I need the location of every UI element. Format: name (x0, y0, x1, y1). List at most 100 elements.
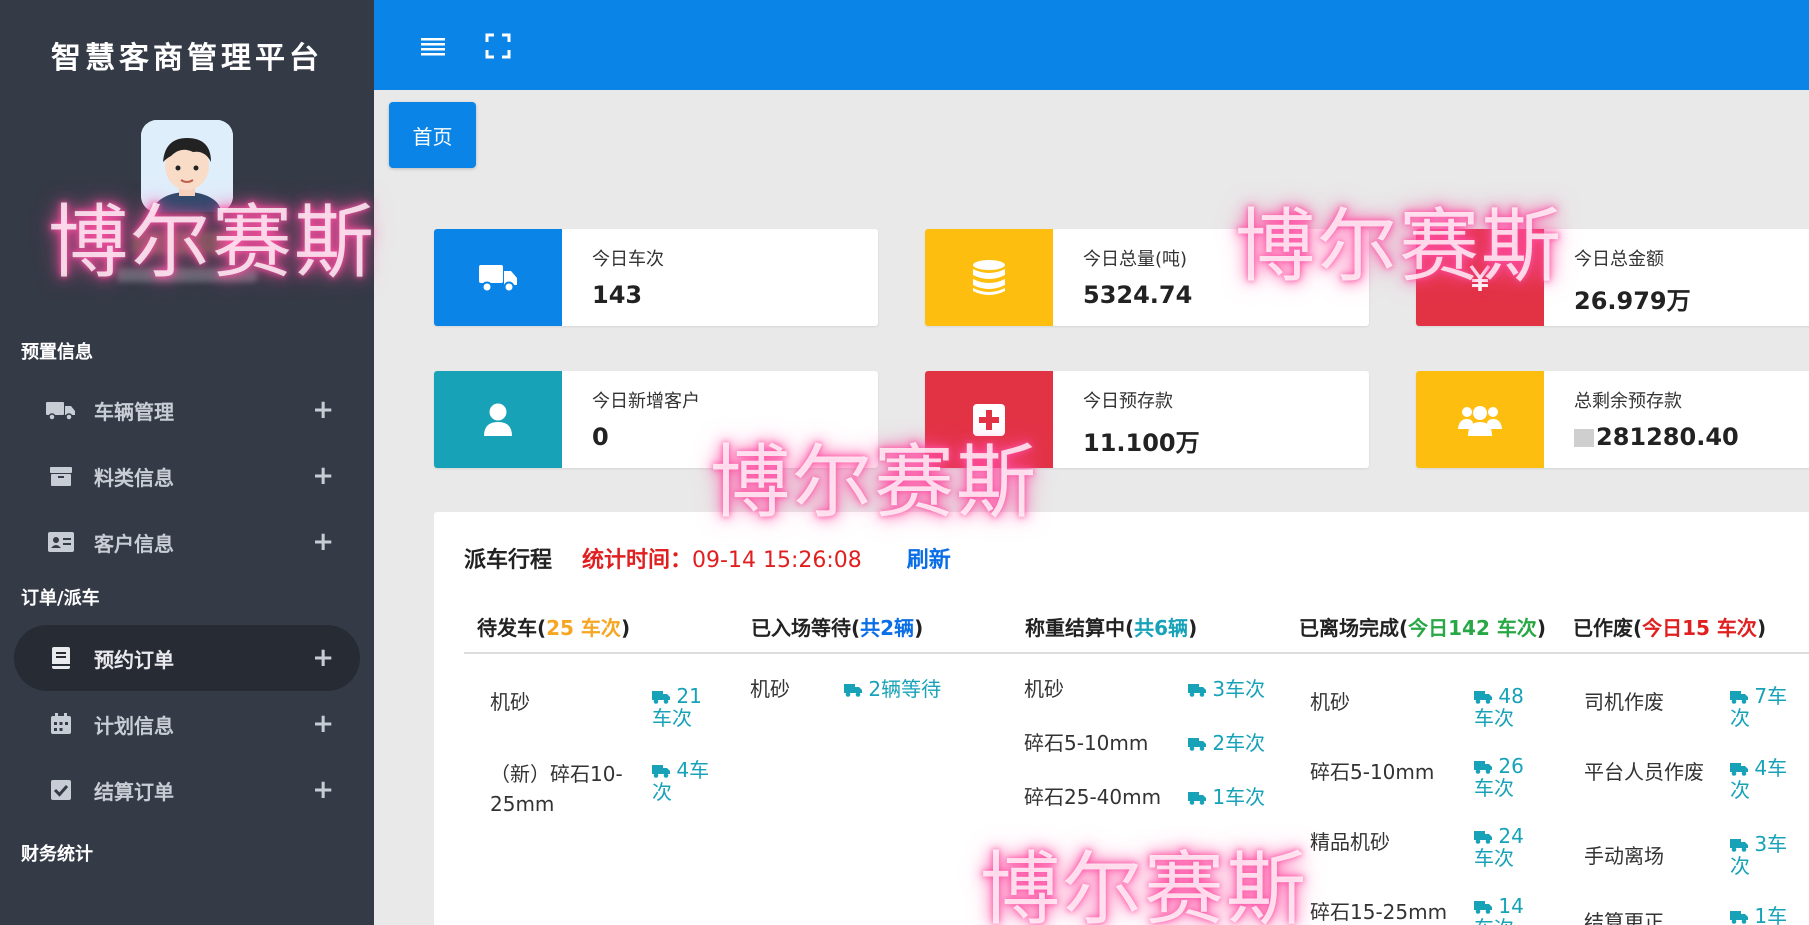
list-item-count: 24车次 (1474, 824, 1524, 870)
expand-plus-icon[interactable]: + (312, 527, 334, 557)
sidebar-item-settlements[interactable]: 结算订单 + (14, 757, 360, 823)
check-square-icon (46, 777, 76, 803)
stat-label: 今日车次 (592, 249, 664, 270)
stat-time-value: 09-14 15:26:08 (692, 548, 862, 573)
list-item-count: 21车次 (652, 684, 702, 730)
sidebar-item-plans[interactable]: 计划信息 + (14, 691, 360, 757)
stat-card-new-customers: 今日新增客户 0 (434, 371, 878, 468)
truck-icon (1474, 831, 1492, 844)
list-item: 机砂 21车次 (490, 684, 730, 759)
refresh-link[interactable]: 刷新 (907, 542, 951, 574)
stat-value: 0 (592, 423, 609, 451)
list-item: 碎石5-10mm 26车次 (1310, 754, 1570, 827)
panel-title: 派车行程 (464, 548, 553, 573)
expand-plus-icon[interactable]: + (312, 643, 334, 673)
user-org-redacted (117, 268, 257, 282)
id-card-icon (46, 529, 76, 555)
truck-icon (1188, 792, 1206, 805)
list-item-count: 2辆等待 (844, 678, 984, 700)
sidebar-item-label: 料类信息 (94, 465, 174, 490)
truck-icon (46, 397, 76, 423)
list-item-count: 1车 (1730, 905, 1790, 925)
col-header-completed: 已离场完成(今日142 车次) (1299, 616, 1546, 640)
stat-card-deposits: 今日预存款 11.100万 (925, 371, 1369, 468)
truck-icon (1730, 839, 1748, 852)
expand-plus-icon[interactable]: + (312, 709, 334, 739)
stat-label: 今日预存款 (1083, 391, 1173, 412)
list-item: 机砂 3车次 (1024, 674, 1284, 728)
col-waiting: 机砂 2辆等待 (750, 674, 990, 728)
stat-value-number: 281280.40 (1596, 423, 1739, 451)
truck-icon (1474, 691, 1492, 704)
list-item-count: 1车次 (1188, 786, 1288, 808)
col-pending: 机砂 21车次 （新）碎石10-25mm 4车次 (490, 684, 730, 839)
tab-home[interactable]: 首页 (389, 102, 476, 168)
list-item-count: 3车次 (1188, 678, 1288, 700)
list-item-count: 2车次 (1188, 732, 1288, 754)
stat-value: 5324.74 (1083, 281, 1193, 309)
stat-label: 今日总金额 (1574, 249, 1664, 270)
top-navbar (374, 0, 1809, 90)
col-completed: 机砂 48车次 碎石5-10mm 26车次 精品机砂 24车次 碎石15-25m… (1310, 684, 1570, 925)
yen-icon (1416, 229, 1544, 326)
stat-card-total-amount: 今日总金额 26.979万 (1416, 229, 1809, 326)
stat-label: 今日总量(吨) (1083, 249, 1188, 270)
truck-icon (1474, 901, 1492, 914)
section-title-preset: 预置信息 (21, 342, 93, 363)
sidebar-item-label: 结算订单 (94, 779, 174, 804)
stat-card-remaining-deposits: 总剩余预存款 281280.40 (1416, 371, 1809, 468)
truck-icon (1730, 911, 1748, 924)
list-item-count: 3车次 (1730, 832, 1788, 878)
list-item: 司机作废 7车次 (1584, 684, 1809, 757)
truck-icon (1730, 763, 1748, 776)
col-voided: 司机作废 7车次 平台人员作废 4车次 手动离场 3车次 结算更正 1车 (1584, 684, 1809, 925)
fullscreen-icon[interactable] (484, 32, 512, 60)
truck-icon (1474, 761, 1492, 774)
sidebar-item-label: 车辆管理 (94, 399, 174, 424)
sidebar-item-reservations[interactable]: 预约订单 + (14, 625, 360, 691)
sidebar-item-label: 客户信息 (94, 531, 174, 556)
brand-title: 智慧客商管理平台 (51, 41, 323, 76)
truck-icon (652, 765, 670, 778)
user-name-redacted (132, 232, 242, 254)
list-item-count: 4车次 (1730, 756, 1788, 802)
menu-toggle-icon[interactable] (419, 32, 447, 60)
stat-card-total-weight: 今日总量(吨) 5324.74 (925, 229, 1369, 326)
list-item-count: 7车次 (1730, 684, 1788, 730)
truck-icon (1730, 691, 1748, 704)
book-icon (46, 645, 76, 671)
stat-card-trips: 今日车次 143 (434, 229, 878, 326)
col-header-waiting: 已入场等待(共2辆) (751, 616, 924, 640)
stat-value: 26.979万 (1574, 287, 1691, 315)
expand-plus-icon[interactable]: + (312, 461, 334, 491)
panel-header: 派车行程 统计时间： 09-14 15:26:08 刷新 (464, 542, 951, 574)
sidebar-item-customers[interactable]: 客户信息 + (14, 509, 360, 575)
sidebar-item-vehicles[interactable]: 车辆管理 + (14, 377, 360, 443)
sidebar-item-materials[interactable]: 料类信息 + (14, 443, 360, 509)
yen-glyph-placeholder (1574, 429, 1594, 447)
stat-value: 143 (592, 281, 643, 309)
user-profile (0, 110, 374, 335)
list-item-count: 48车次 (1474, 684, 1524, 730)
col-header-voided: 已作废(今日15 车次) (1573, 616, 1767, 640)
column-header-row: 待发车(25 车次) 已入场等待(共2辆) 称重结算中(共6辆) 已离场完成(今… (464, 612, 1809, 654)
truck-icon (434, 229, 562, 326)
expand-plus-icon[interactable]: + (312, 775, 334, 805)
expand-plus-icon[interactable]: + (312, 395, 334, 425)
truck-icon (652, 691, 670, 704)
stat-time-label: 统计时间： (582, 548, 693, 573)
col-header-pending: 待发车(25 车次) (477, 616, 631, 640)
list-item: 碎石25-40mm 1车次 (1024, 782, 1284, 836)
stat-value: 281280.40 (1574, 423, 1739, 451)
avatar[interactable] (141, 120, 233, 212)
stat-label: 总剩余预存款 (1574, 391, 1682, 412)
list-item: 精品机砂 24车次 (1310, 824, 1570, 897)
sidebar-item-label: 计划信息 (94, 713, 174, 738)
list-item: （新）碎石10-25mm 4车次 (490, 759, 730, 839)
calendar-icon (46, 711, 76, 737)
dispatch-panel: 派车行程 统计时间： 09-14 15:26:08 刷新 待发车(25 车次) … (434, 512, 1809, 925)
truck-icon (1188, 738, 1206, 751)
list-item: 碎石5-10mm 2车次 (1024, 728, 1284, 782)
list-item-count: 26车次 (1474, 754, 1524, 800)
medical-plus-icon (925, 371, 1053, 468)
